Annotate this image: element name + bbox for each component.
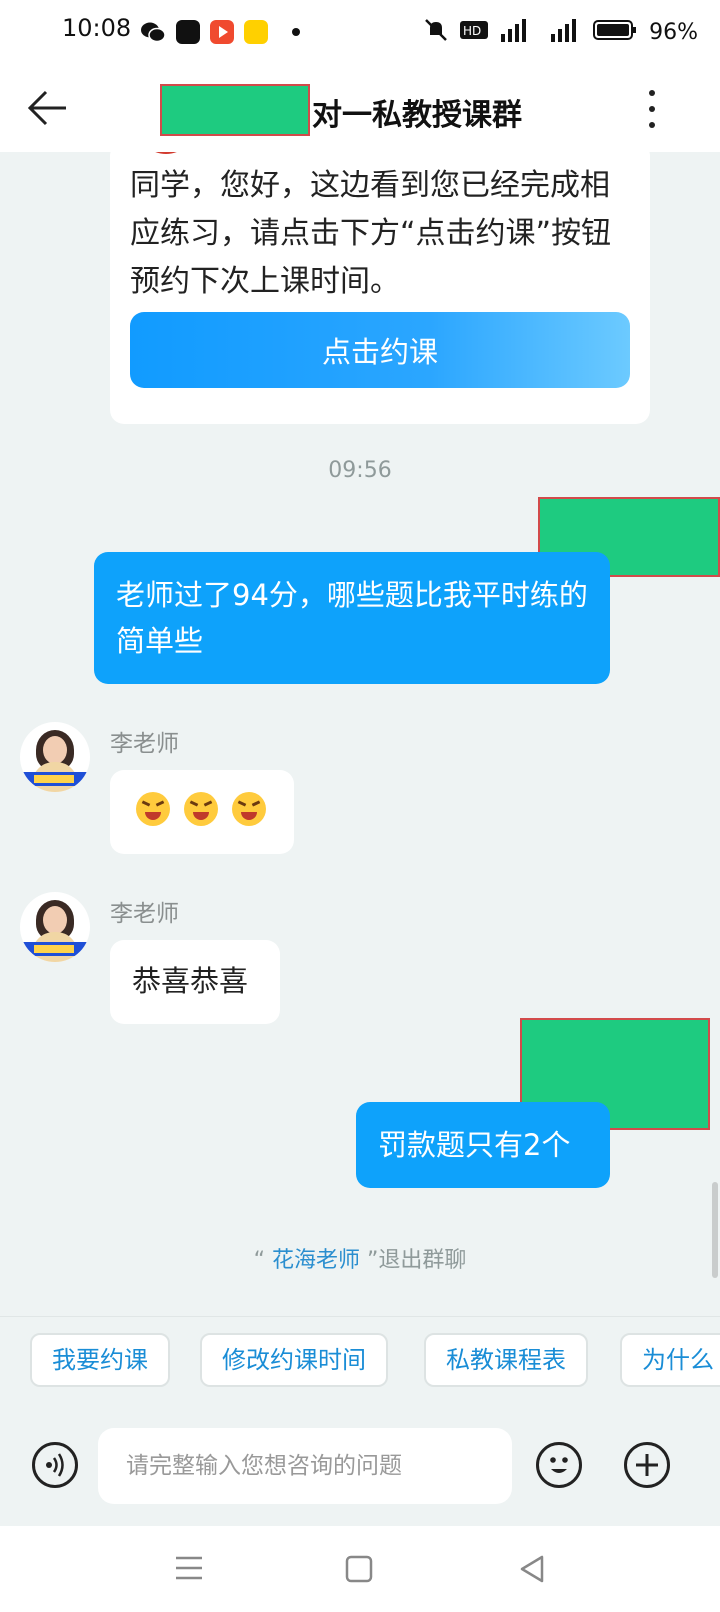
back-arrow-icon: [27, 90, 66, 126]
system-nav-bar: [0, 1526, 720, 1612]
my-message-bubble[interactable]: 老师过了94分，哪些题比我平时练的简单些: [94, 552, 610, 684]
voice-icon[interactable]: [32, 1442, 78, 1488]
signal-icon: [499, 18, 533, 46]
message-input[interactable]: 请完整输入您想咨询的问题: [98, 1428, 512, 1504]
chat-area[interactable]: 同学，您好，这边看到您已经完成相应练习，请点击下方“点击约课”按钮预约下次上课时…: [0, 152, 720, 1316]
card-message-text: 同学，您好，这边看到您已经完成相应练习，请点击下方“点击约课”按钮预约下次上课时…: [130, 168, 612, 299]
hd-icon: HD: [459, 19, 489, 45]
notice-user-name[interactable]: 花海老师: [272, 1248, 360, 1273]
nav-home-icon[interactable]: [344, 1554, 374, 1588]
app-icon-dewu: [176, 20, 200, 44]
grin-squint-emoji-icon: [136, 792, 170, 826]
emoji-row: [136, 792, 266, 826]
battery-percent: 96%: [649, 19, 698, 45]
my-message-bubble[interactable]: 罚款题只有2个: [356, 1102, 610, 1188]
more-vertical-icon[interactable]: [640, 84, 664, 134]
svg-text:HD: HD: [463, 24, 481, 38]
status-right: HD 96%: [423, 14, 698, 50]
message-text: 老师过了94分，哪些题比我平时练的简单些: [116, 578, 588, 658]
notice-prefix: “: [253, 1248, 265, 1273]
avatar: [136, 152, 196, 154]
book-class-button[interactable]: 点击约课: [130, 312, 630, 388]
other-message-bubble[interactable]: [110, 770, 294, 854]
message-text: 罚款题只有2个: [378, 1128, 571, 1162]
timestamp: 09:56: [328, 458, 392, 483]
avatar[interactable]: [20, 892, 90, 962]
nav-menu-icon[interactable]: [174, 1554, 204, 1586]
avatar[interactable]: [20, 722, 90, 792]
nav-back-icon[interactable]: [518, 1554, 548, 1588]
back-button[interactable]: [20, 86, 72, 130]
notice-suffix: ”退出群聊: [367, 1248, 467, 1273]
grin-squint-emoji-icon: [184, 792, 218, 826]
title-redaction: [160, 84, 310, 136]
quick-reply-book[interactable]: 我要约课: [30, 1333, 170, 1387]
scrollbar[interactable]: [712, 1182, 718, 1278]
app-icon-video: [210, 20, 234, 44]
app-icon-meituan: [244, 20, 268, 44]
app-bar: 对一私教授课群: [0, 64, 720, 152]
quick-reply-reschedule[interactable]: 修改约课时间: [200, 1333, 388, 1387]
plus-icon[interactable]: [624, 1442, 670, 1488]
notification-dot: [292, 28, 300, 36]
emoji-icon[interactable]: [536, 1442, 582, 1488]
wechat-icon: [140, 20, 166, 44]
quick-reply-schedule[interactable]: 私教课程表: [424, 1333, 588, 1387]
status-bar: 10:08 HD 96%: [0, 0, 720, 64]
booking-card: 同学，您好，这边看到您已经完成相应练习，请点击下方“点击约课”按钮预约下次上课时…: [110, 152, 650, 424]
page-title: 对一私教授课群: [312, 98, 522, 133]
grin-squint-emoji-icon: [232, 792, 266, 826]
mute-icon: [423, 17, 449, 47]
other-message-bubble[interactable]: 恭喜恭喜: [110, 940, 280, 1024]
status-time: 10:08: [62, 14, 132, 42]
message-text: 恭喜恭喜: [132, 964, 249, 998]
sender-name: 李老师: [110, 901, 179, 927]
composer: 请完整输入您想咨询的问题: [0, 1404, 720, 1526]
sender-name: 李老师: [110, 731, 179, 757]
system-notice: “ 花海老师 ”退出群聊: [0, 1242, 720, 1274]
signal-icon-2: [543, 18, 583, 46]
quick-reply-bar: 我要约课 修改约课时间 私教课程表 为什么: [0, 1316, 720, 1405]
battery-icon: [593, 19, 637, 45]
quick-reply-why[interactable]: 为什么: [620, 1333, 720, 1387]
